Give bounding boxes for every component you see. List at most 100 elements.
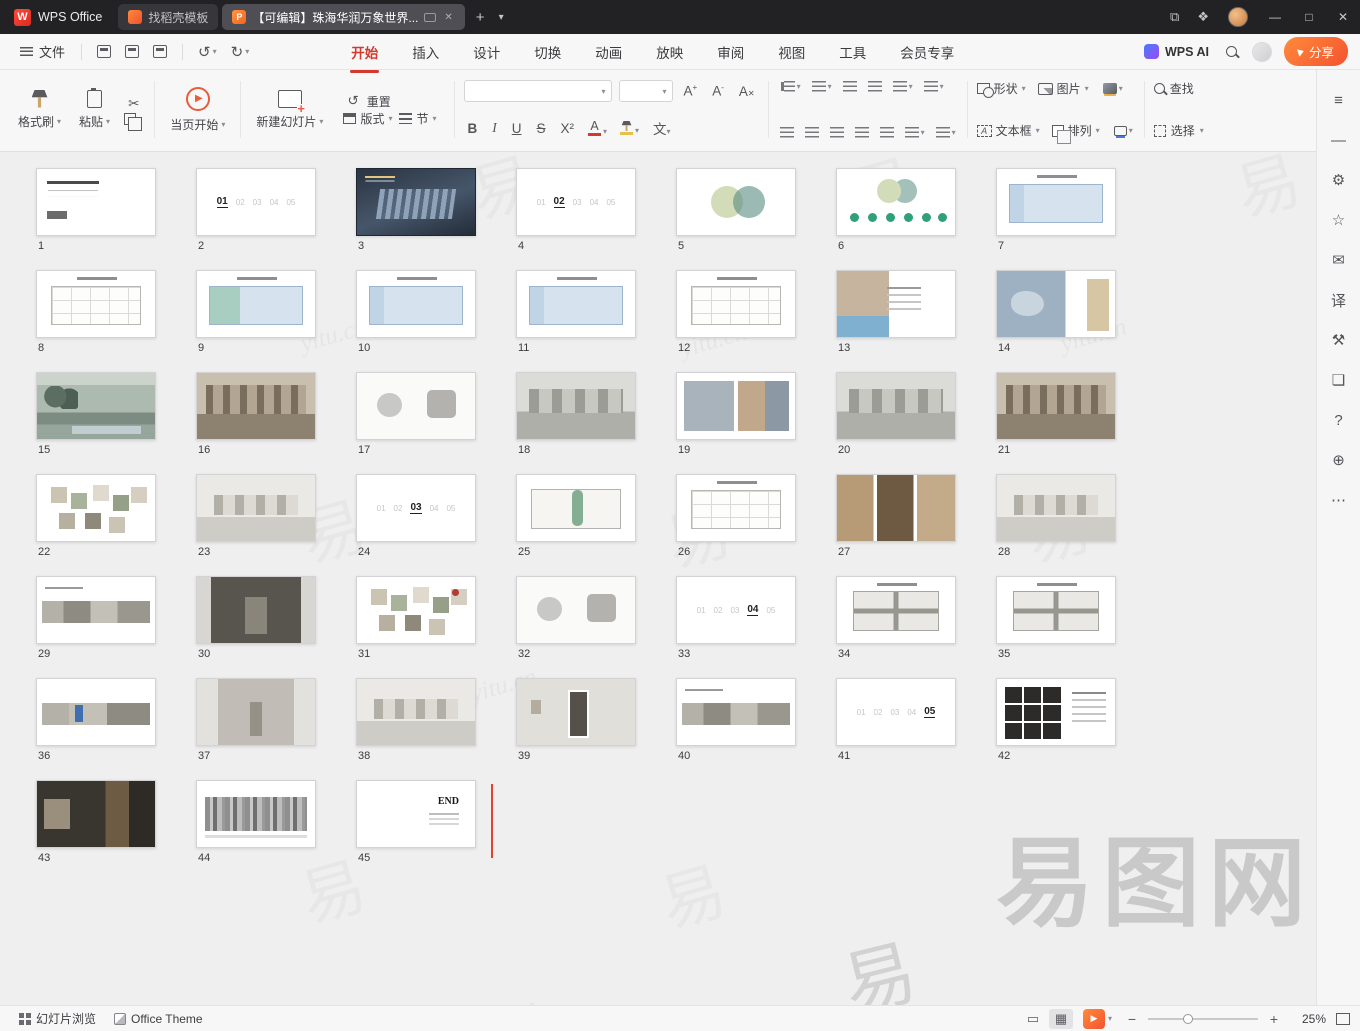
slide-thumbnail-13[interactable]: 13: [836, 270, 956, 355]
save-button[interactable]: [90, 45, 118, 58]
distribute-button[interactable]: [878, 126, 896, 139]
slide-thumbnail-21[interactable]: 21: [996, 372, 1116, 457]
textbox-button[interactable]: A文本框▾: [977, 122, 1040, 139]
slide-thumbnail-43[interactable]: 43: [36, 780, 156, 865]
skin-center-icon[interactable]: ❖: [1188, 9, 1218, 25]
collapse-ribbon-icon[interactable]: ≡: [1324, 85, 1354, 115]
picture-button[interactable]: 图片▾: [1038, 80, 1089, 97]
slide-thumbnail-38[interactable]: 38: [356, 678, 476, 763]
fill-color-button[interactable]: ▾: [1101, 82, 1125, 95]
slide-thumbnail-4[interactable]: 01020304054: [516, 168, 636, 253]
slide-thumbnail-7[interactable]: 7: [996, 168, 1116, 253]
slide-thumbnail-9[interactable]: 9: [196, 270, 316, 355]
theme-skin-icon[interactable]: [1252, 42, 1272, 62]
share-button[interactable]: 分享: [1284, 37, 1348, 66]
menu-tab-视图[interactable]: 视图: [768, 37, 815, 67]
menu-tab-设计[interactable]: 设计: [463, 37, 510, 67]
theme-indicator[interactable]: Office Theme: [105, 1012, 212, 1026]
comments-icon[interactable]: ✉: [1324, 245, 1354, 275]
more-ellipsis-icon[interactable]: ⋯: [1324, 485, 1354, 515]
print-button[interactable]: [118, 45, 146, 58]
slide-thumbnail-15[interactable]: 15: [36, 372, 156, 457]
slide-thumbnail-8[interactable]: 8: [36, 270, 156, 355]
print-preview-button[interactable]: [146, 45, 174, 58]
slide-thumbnail-18[interactable]: 18: [516, 372, 636, 457]
slide-thumbnail-17[interactable]: 17: [356, 372, 476, 457]
indent-button[interactable]: [866, 80, 884, 93]
slideshow-play-button[interactable]: ▶: [1083, 1009, 1105, 1029]
font-color-button[interactable]: A ▾: [585, 120, 610, 136]
menu-tab-切换[interactable]: 切换: [524, 37, 571, 67]
zoom-slider-knob[interactable]: [1183, 1014, 1193, 1024]
slide-thumbnail-42[interactable]: 42: [996, 678, 1116, 763]
section-button[interactable]: 节▾: [399, 110, 436, 127]
copy-button[interactable]: [124, 113, 136, 125]
slide-thumbnail-36[interactable]: 36: [36, 678, 156, 763]
normal-view-button[interactable]: ▭: [1021, 1009, 1045, 1029]
increase-font-button[interactable]: A+: [680, 82, 702, 100]
slide-thumbnail-29[interactable]: 29: [36, 576, 156, 661]
doc-tab-current-presentation[interactable]: P 【可编辑】珠海华润万象世界... ✕: [222, 4, 464, 30]
bullets-button[interactable]: ▾: [778, 80, 803, 93]
zoom-in-button[interactable]: +: [1266, 1011, 1282, 1027]
paste-button[interactable]: 粘贴▾: [75, 90, 114, 130]
format-painter-button[interactable]: 格式刷▾: [14, 90, 65, 130]
document-check-icon[interactable]: ❏: [1324, 365, 1354, 395]
repair-tools-icon[interactable]: ⚒: [1324, 325, 1354, 355]
slide-thumbnail-34[interactable]: 34: [836, 576, 956, 661]
outline-color-button[interactable]: ▾: [1112, 125, 1135, 137]
arrange-button[interactable]: 排列▾: [1052, 122, 1100, 139]
font-family-select[interactable]: ▾: [464, 80, 612, 102]
menu-tab-开始[interactable]: 开始: [341, 37, 388, 67]
menu-tab-审阅[interactable]: 审阅: [707, 37, 754, 67]
app-tab-wps-office[interactable]: W WPS Office: [4, 0, 118, 34]
new-tab-button[interactable]: +: [469, 9, 492, 26]
justify-button[interactable]: [853, 126, 871, 139]
slide-thumbnail-31[interactable]: 31: [356, 576, 476, 661]
slide-thumbnail-22[interactable]: 22: [36, 474, 156, 559]
slide-thumbnail-44[interactable]: 44: [196, 780, 316, 865]
slide-sorter-view-button[interactable]: ▦: [1049, 1009, 1073, 1029]
decrease-font-button[interactable]: A-: [708, 82, 728, 100]
file-menu-button[interactable]: 文件: [12, 42, 73, 61]
select-button[interactable]: 选择▾: [1154, 122, 1204, 139]
layout-button[interactable]: 版式▾: [343, 110, 392, 127]
shapes-button[interactable]: 形状▾: [977, 80, 1026, 97]
slide-thumbnail-12[interactable]: 12: [676, 270, 796, 355]
slide-thumbnail-14[interactable]: 14: [996, 270, 1116, 355]
slide-thumbnail-20[interactable]: 20: [836, 372, 956, 457]
slide-thumbnail-1[interactable]: 1: [36, 168, 156, 253]
paragraph-spacing-button[interactable]: ▾: [922, 80, 946, 93]
slide-thumbnail-25[interactable]: 25: [516, 474, 636, 559]
slide-thumbnail-45[interactable]: END45: [356, 780, 476, 865]
play-from-current-button[interactable]: ▶ 当页开始▾: [166, 87, 229, 133]
hide-panel-icon[interactable]: —: [1324, 125, 1354, 155]
find-button[interactable]: 查找: [1154, 80, 1204, 97]
tab-close-icon[interactable]: ✕: [442, 10, 454, 25]
zoom-slider[interactable]: [1148, 1018, 1258, 1020]
maximize-button[interactable]: □: [1292, 0, 1326, 34]
slide-thumbnail-16[interactable]: 16: [196, 372, 316, 457]
invite-add-icon[interactable]: ⊕: [1324, 445, 1354, 475]
split-window-icon[interactable]: ⧉: [1161, 9, 1188, 25]
settings-gear-icon[interactable]: ⚙: [1324, 165, 1354, 195]
slide-thumbnail-10[interactable]: 10: [356, 270, 476, 355]
clear-format-button[interactable]: A✕: [735, 83, 759, 100]
slide-thumbnail-26[interactable]: 26: [676, 474, 796, 559]
close-button[interactable]: ✕: [1326, 0, 1360, 34]
align-left-button[interactable]: [778, 126, 796, 139]
new-slide-button[interactable]: 新建幻灯片▾: [252, 90, 327, 130]
slide-thumbnail-28[interactable]: 28: [996, 474, 1116, 559]
slide-thumbnail-27[interactable]: 27: [836, 474, 956, 559]
italic-button[interactable]: I: [488, 119, 501, 137]
slide-thumbnail-37[interactable]: 37: [196, 678, 316, 763]
slide-thumbnail-32[interactable]: 32: [516, 576, 636, 661]
tab-list-button[interactable]: ▾: [492, 12, 511, 23]
doc-tab-docer-templates[interactable]: 找稻壳模板: [118, 4, 218, 30]
menu-tab-工具[interactable]: 工具: [829, 37, 876, 67]
cut-button[interactable]: ✂: [124, 95, 143, 113]
search-button[interactable]: [1219, 46, 1244, 57]
help-question-icon[interactable]: ?: [1324, 405, 1354, 435]
slide-thumbnail-19[interactable]: 19: [676, 372, 796, 457]
chevron-down-icon[interactable]: ▾: [1108, 1014, 1112, 1023]
